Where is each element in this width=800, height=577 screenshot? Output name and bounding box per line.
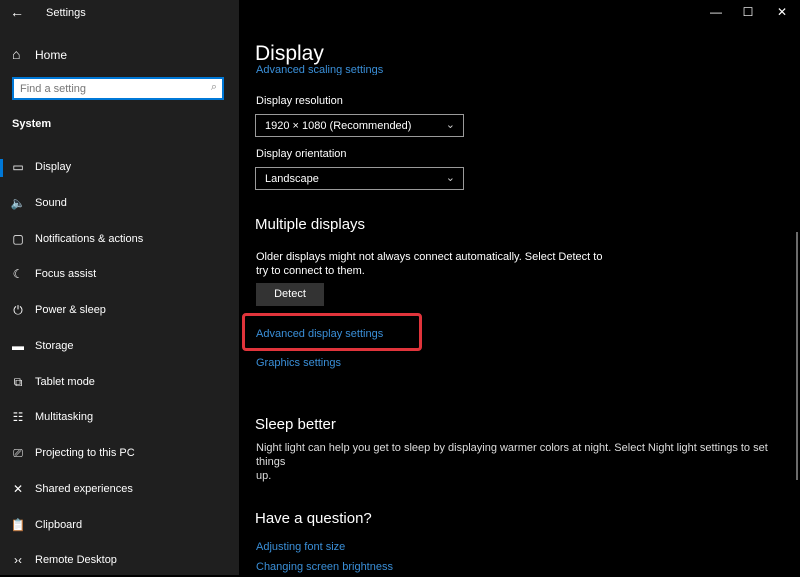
advanced-scaling-link[interactable]: Advanced scaling settings	[256, 63, 383, 75]
sidebar-home-label: Home	[35, 48, 68, 62]
sidebar-item-focus-assist[interactable]: ☾ Focus assist	[0, 257, 239, 291]
sidebar-item-label: Clipboard	[35, 519, 83, 531]
home-icon: ⌂	[12, 46, 21, 62]
changing-screen-brightness-link[interactable]: Changing screen brightness	[256, 561, 393, 573]
speaker-icon: 🔈	[10, 196, 26, 210]
tablet-icon: ⧉	[13, 375, 23, 389]
sidebar-item-label: Projecting to this PC	[35, 447, 135, 459]
shared-experiences-icon: ✕	[12, 482, 24, 496]
search-input[interactable]	[20, 81, 200, 97]
chevron-down-icon: ⌄	[445, 172, 455, 184]
sidebar-item-shared-experiences[interactable]: ✕ Shared experiences	[0, 472, 239, 506]
advanced-display-settings-link[interactable]: Advanced display settings	[256, 328, 383, 340]
minimize-button[interactable]: —	[701, 4, 731, 20]
detect-button[interactable]: Detect	[256, 283, 324, 306]
remote-desktop-icon: ›‹	[14, 553, 22, 567]
multiple-displays-text-line: Older displays might not always connect …	[256, 251, 603, 263]
sidebar-item-label: Display	[35, 161, 72, 173]
sidebar-item-multitasking[interactable]: ☷ Multitasking	[0, 400, 239, 434]
resolution-label: Display resolution	[256, 95, 343, 107]
sidebar-item-label: Sound	[35, 197, 67, 209]
sidebar-item-display[interactable]: ▭ Display	[0, 150, 239, 184]
projecting-icon: ⎚	[13, 446, 23, 460]
resolution-value: 1920 × 1080 (Recommended)	[265, 120, 412, 132]
multiple-displays-heading: Multiple displays	[255, 216, 366, 233]
storage-icon: ▬	[12, 339, 24, 353]
sleep-better-text-line: up.	[256, 470, 272, 482]
sidebar-item-label: Shared experiences	[35, 483, 133, 495]
section-label-system: System	[12, 118, 52, 130]
have-a-question-heading: Have a question?	[255, 510, 372, 527]
chevron-down-icon: ⌄	[445, 119, 455, 131]
sidebar-item-tablet-mode[interactable]: ⧉ Tablet mode	[0, 365, 239, 399]
sleep-better-text: Night light can help you get to sleep by…	[256, 441, 800, 483]
sidebar-item-notifications[interactable]: ▢ Notifications & actions	[0, 222, 239, 256]
sidebar-item-power-sleep[interactable]: ⏻ Power & sleep	[0, 293, 239, 327]
sleep-better-heading: Sleep better	[255, 416, 336, 433]
notification-icon: ▢	[12, 232, 24, 246]
multiple-displays-text-line: try to connect to them.	[256, 265, 365, 277]
sidebar-item-label: Remote Desktop	[35, 554, 117, 566]
multitasking-icon: ☷	[12, 410, 24, 424]
sidebar-home[interactable]: ⌂ Home	[0, 44, 239, 66]
search-box[interactable]: ⌕	[12, 77, 224, 100]
close-button[interactable]: ✕	[767, 4, 797, 20]
clipboard-icon: 📋	[10, 518, 26, 532]
search-icon[interactable]: ⌕	[211, 81, 217, 94]
back-arrow-icon[interactable]: ←	[10, 4, 26, 20]
orientation-label: Display orientation	[256, 148, 347, 160]
scrollbar[interactable]	[796, 232, 798, 480]
sleep-better-text-line: Night light can help you get to sleep by…	[256, 442, 768, 468]
graphics-settings-link[interactable]: Graphics settings	[256, 357, 341, 369]
power-icon: ⏻	[13, 303, 23, 317]
resolution-dropdown[interactable]: 1920 × 1080 (Recommended) ⌄	[255, 114, 464, 137]
maximize-button[interactable]: ☐	[733, 4, 763, 20]
sidebar-item-label: Power & sleep	[35, 304, 106, 316]
active-indicator	[0, 159, 3, 177]
sidebar-item-remote-desktop[interactable]: ›‹ Remote Desktop	[0, 543, 239, 577]
adjusting-font-size-link[interactable]: Adjusting font size	[256, 541, 345, 553]
sidebar-item-label: Notifications & actions	[35, 233, 144, 245]
sidebar-item-sound[interactable]: 🔈 Sound	[0, 186, 239, 220]
sidebar: ← Settings ⌂ Home ⌕ System ▭ Display 🔈 S…	[0, 0, 239, 575]
main-content: — ☐ ✕ Display Advanced scaling settings …	[239, 0, 800, 575]
sidebar-item-label: Focus assist	[35, 268, 97, 280]
sidebar-item-label: Multitasking	[35, 411, 94, 423]
moon-icon: ☾	[12, 267, 24, 281]
sidebar-item-clipboard[interactable]: 📋 Clipboard	[0, 508, 239, 542]
display-icon: ▭	[12, 160, 24, 174]
sidebar-item-label: Tablet mode	[35, 376, 95, 388]
orientation-dropdown[interactable]: Landscape ⌄	[255, 167, 464, 190]
orientation-value: Landscape	[265, 173, 319, 185]
window-title: Settings	[46, 7, 86, 19]
sidebar-item-projecting[interactable]: ⎚ Projecting to this PC	[0, 436, 239, 470]
multiple-displays-text: Older displays might not always connect …	[256, 250, 602, 278]
sidebar-item-label: Storage	[35, 340, 74, 352]
advanced-scaling-link-label: Advanced scaling settings	[256, 64, 384, 75]
sidebar-item-storage[interactable]: ▬ Storage	[0, 329, 239, 363]
